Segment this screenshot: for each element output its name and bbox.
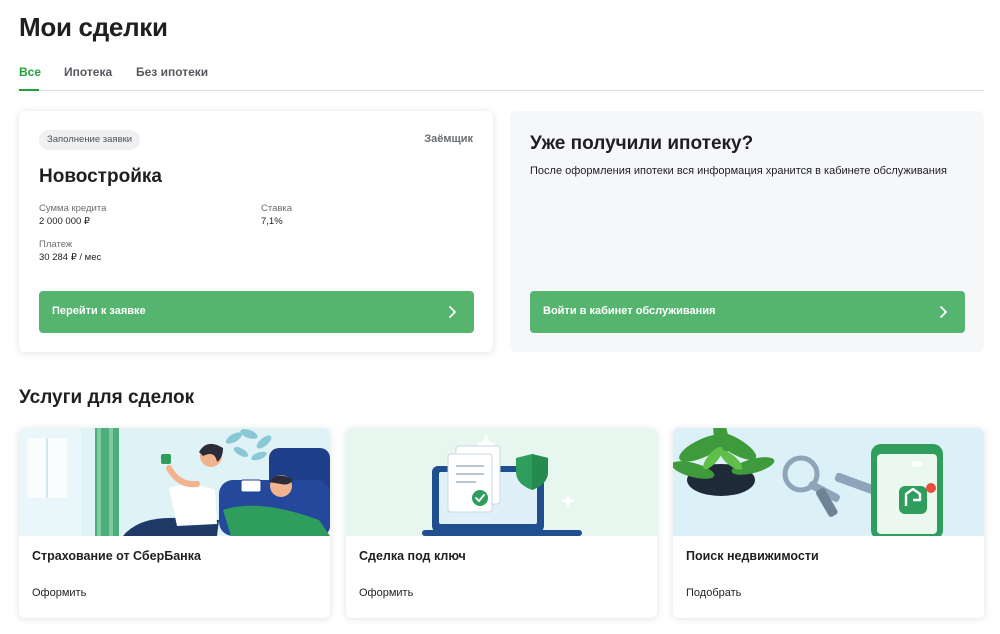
role-label: Заёмщик <box>424 133 473 145</box>
chevron-right-icon <box>449 306 456 318</box>
turnkey-deal-illustration <box>346 428 657 536</box>
service-card-property-search[interactable]: Поиск недвижимости Подобрать <box>673 428 984 618</box>
tab-all[interactable]: Все <box>19 65 41 79</box>
info-text: После оформления ипотеки вся информация … <box>530 165 947 177</box>
active-tab-indicator <box>19 89 39 91</box>
tab-no-mortgage[interactable]: Без ипотеки <box>136 65 208 79</box>
page-title: Мои сделки <box>19 12 168 42</box>
deal-card: Заполнение заявки Заёмщик Новостройка Су… <box>19 111 493 352</box>
service-cabinet-login-label: Войти в кабинет обслуживания <box>543 305 716 317</box>
services-section-title: Услуги для сделок <box>19 387 195 408</box>
tab-mortgage[interactable]: Ипотека <box>64 65 112 79</box>
chevron-right-icon <box>940 306 947 318</box>
insurance-illustration <box>19 428 330 536</box>
property-search-illustration <box>673 428 984 536</box>
loan-amount-label: Сумма кредита <box>39 203 107 214</box>
payment-label: Платеж <box>39 239 73 250</box>
rate-value: 7,1% <box>261 216 283 227</box>
service-action-link[interactable]: Подобрать <box>686 587 741 599</box>
service-action-link[interactable]: Оформить <box>32 587 86 599</box>
service-title: Поиск недвижимости <box>686 549 819 563</box>
serviced-mortgage-card: Уже получили ипотеку? После оформления и… <box>510 111 984 352</box>
service-card-insurance[interactable]: Страхование от СберБанка Оформить <box>19 428 330 618</box>
go-to-application-label: Перейти к заявке <box>52 305 146 317</box>
service-card-turnkey-deal[interactable]: Сделка под ключ Оформить <box>346 428 657 618</box>
rate-label: Ставка <box>261 203 293 214</box>
info-title: Уже получили ипотеку? <box>530 133 754 154</box>
deal-title: Новостройка <box>39 166 162 187</box>
service-title: Страхование от СберБанка <box>32 549 201 563</box>
payment-value: 30 284 ₽ / мес <box>39 252 102 263</box>
tabs-bar: Все Ипотека Без ипотеки <box>19 58 984 91</box>
status-badge: Заполнение заявки <box>39 130 141 150</box>
service-action-link[interactable]: Оформить <box>359 587 413 599</box>
service-cabinet-login-button[interactable]: Войти в кабинет обслуживания <box>530 291 965 333</box>
service-title: Сделка под ключ <box>359 549 466 563</box>
go-to-application-button[interactable]: Перейти к заявке <box>39 291 474 333</box>
loan-amount-value: 2 000 000 ₽ <box>39 216 90 227</box>
